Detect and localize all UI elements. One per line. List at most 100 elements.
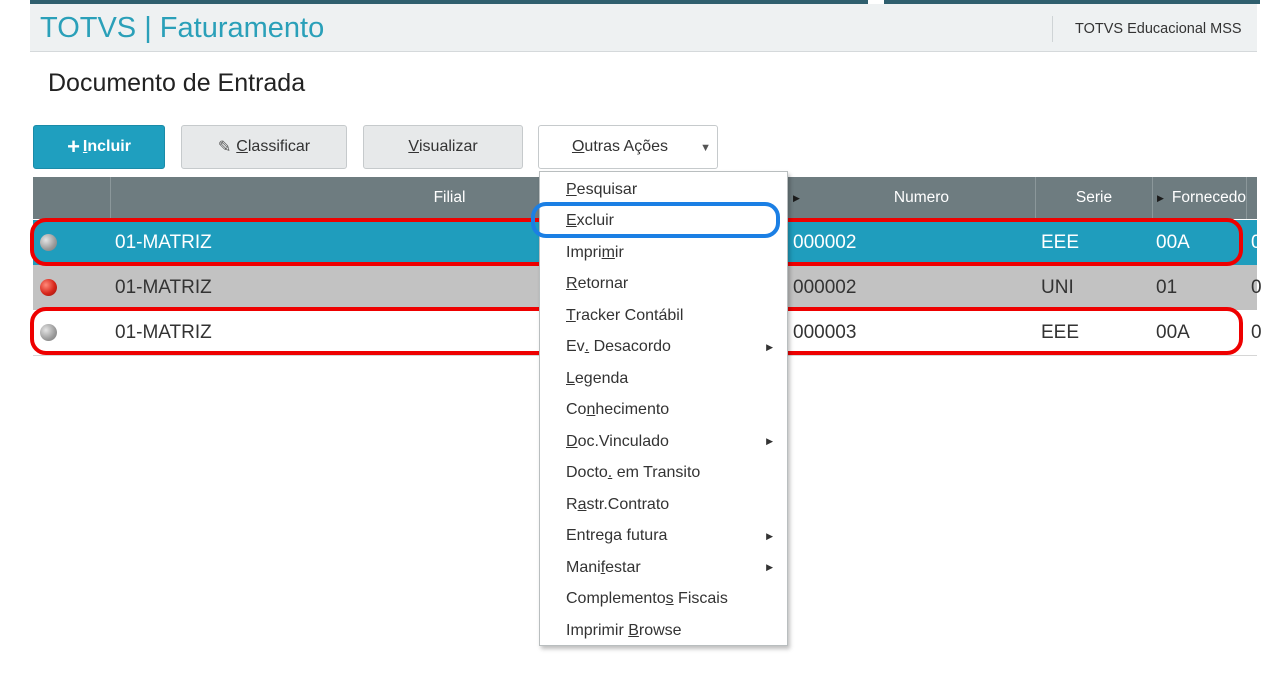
menu-item-label: Ev — [566, 338, 585, 355]
menu-item[interactable]: Retornar — [540, 269, 787, 300]
cell-numero: 000003 — [793, 321, 857, 343]
classificar-label: lassificar — [247, 138, 311, 155]
menu-item-label: Docto — [566, 464, 608, 481]
col-serie[interactable]: Serie — [1036, 177, 1152, 219]
menu-item-label: str.Contrato — [586, 495, 670, 513]
menu-item[interactable]: Legenda — [540, 363, 787, 394]
menu-item[interactable]: Impri m ir — [540, 237, 787, 268]
menu-item[interactable]: Ev. Desacordo ▶ — [540, 332, 787, 363]
header-divider — [1052, 16, 1053, 42]
menu-item-label: estar — [605, 558, 641, 576]
app-window: TOTVS | Faturamento TOTVS Educacional MS… — [0, 0, 1277, 681]
cell-numero: 000002 — [793, 276, 857, 298]
menu-item[interactable]: Docto. em Transito — [540, 458, 787, 489]
menu-item[interactable]: Ra str.Contrato — [540, 489, 787, 520]
cell-fornecedor: 01 — [1156, 276, 1178, 298]
menu-item-label: racker Contábil — [575, 306, 684, 324]
menu-item-label: Mani — [566, 558, 601, 576]
menu-item[interactable]: Excluir — [540, 206, 787, 237]
app-header: TOTVS | Faturamento TOTVS Educacional MS… — [30, 4, 1257, 52]
menu-item-mnemonic: g — [604, 527, 614, 544]
menu-item-label: esquisar — [576, 180, 638, 198]
cell-extra: 0 — [1251, 321, 1262, 343]
outras-acoes-menu: Pesquisar Excluir Impri m ir Retornar Tracker … — [539, 171, 788, 646]
classificar-mnemonic: C — [236, 138, 248, 155]
visualizar-label: isualizar — [418, 138, 478, 155]
cell-filial: 01-MATRIZ — [115, 321, 212, 343]
pencil-icon: ✎ — [217, 139, 232, 156]
submenu-arrow-icon: ▶ — [766, 530, 773, 541]
menu-item[interactable]: Pesquisar — [540, 174, 787, 205]
menu-item-label: oc.Vinculado — [577, 432, 669, 450]
classificar-button[interactable]: ✎ Classificar — [181, 125, 347, 169]
menu-item-mnemonic: a — [577, 495, 587, 513]
col-filial-label: Filial — [433, 189, 466, 206]
col-divider — [1246, 177, 1247, 219]
menu-item-mnemonic: E — [566, 212, 577, 229]
cell-fornecedor: 00A — [1156, 321, 1190, 343]
menu-item-label: em Transito — [612, 464, 701, 481]
cell-numero: 000002 — [793, 231, 857, 253]
menu-item-label: xcluir — [576, 212, 615, 229]
menu-item[interactable]: Entre g a futura ▶ — [540, 521, 787, 552]
col-fornecedor[interactable]: ▶ Fornecedor — [1157, 177, 1246, 219]
cell-serie: EEE — [1041, 321, 1080, 343]
cell-fornecedor: 00A — [1156, 231, 1190, 253]
menu-item-label: Fiscais — [673, 590, 728, 607]
menu-item-mnemonic: P — [566, 180, 577, 198]
menu-item[interactable]: Tracker Contábil — [540, 300, 787, 331]
menu-item-label: Desacordo — [589, 338, 671, 355]
col-divider — [1152, 177, 1153, 219]
company-name[interactable]: TOTVS Educacional MSS — [1075, 21, 1257, 37]
sort-arrow-icon: ▶ — [793, 192, 800, 203]
page-title: Documento de Entrada — [48, 69, 306, 97]
menu-item-label: Complemento — [566, 590, 666, 607]
menu-item-mnemonic: m — [601, 243, 615, 261]
menu-item-label: Co — [566, 401, 587, 418]
cell-extra: 0 — [1251, 231, 1262, 253]
submenu-arrow-icon: ▶ — [766, 436, 773, 446]
visualizar-button[interactable]: Visualizar — [363, 125, 523, 169]
menu-item[interactable]: Imprimir Browse — [540, 615, 787, 646]
menu-item-mnemonic: B — [628, 621, 639, 639]
incluir-label: ncluir — [87, 138, 131, 155]
menu-item[interactable]: Mani f estar ▶ — [540, 552, 787, 583]
chevron-down-icon: ▼ — [700, 142, 711, 154]
menu-item-mnemonic: D — [566, 432, 578, 450]
outras-acoes-button[interactable]: Outras Ações ▼ — [538, 125, 718, 169]
col-fornecedor-label: Fornecedor — [1171, 189, 1246, 206]
status-grey-icon — [40, 324, 57, 341]
menu-item-mnemonic: s — [665, 590, 674, 607]
sort-arrow-icon: ▶ — [1157, 192, 1164, 203]
menu-item[interactable]: Doc.Vinculado ▶ — [540, 426, 787, 457]
col-serie-label: Serie — [1075, 189, 1113, 206]
menu-item-mnemonic: L — [566, 369, 575, 387]
submenu-arrow-icon: ▶ — [766, 341, 773, 352]
menu-item-label: Imprimir — [566, 621, 629, 639]
incluir-button[interactable]: + Incluir — [33, 125, 165, 169]
menu-item-label: rowse — [638, 621, 682, 639]
menu-item-label: Impri — [566, 243, 602, 261]
menu-item-label: egenda — [574, 369, 629, 387]
plus-icon: + — [67, 134, 80, 159]
col-numero-label: Numero — [893, 189, 950, 206]
menu-item-label: etornar — [577, 275, 629, 292]
outras-mnemonic: O — [571, 138, 585, 155]
visualizar-mnemonic: V — [408, 138, 419, 155]
menu-item-label: a futura — [613, 527, 668, 544]
menu-item-label: Entre — [566, 527, 605, 544]
cell-filial: 01-MATRIZ — [115, 231, 212, 253]
cell-filial: 01-MATRIZ — [115, 276, 212, 298]
menu-item[interactable]: Complemento s Fiscais — [540, 584, 787, 615]
menu-item-label: ir — [614, 243, 624, 261]
cell-serie: EEE — [1041, 231, 1080, 253]
outras-label: utras Ações — [584, 138, 669, 155]
cell-extra: 0 — [1251, 276, 1262, 298]
menu-item-label: R — [566, 495, 578, 513]
status-grey-icon — [40, 234, 57, 251]
cell-serie: UNI — [1041, 276, 1074, 298]
submenu-arrow-icon: ▶ — [766, 562, 773, 572]
col-numero[interactable]: ▶ Numero — [793, 177, 1035, 219]
app-title: TOTVS | Faturamento — [40, 12, 325, 44]
menu-item[interactable]: Co n hecimento — [540, 395, 787, 426]
